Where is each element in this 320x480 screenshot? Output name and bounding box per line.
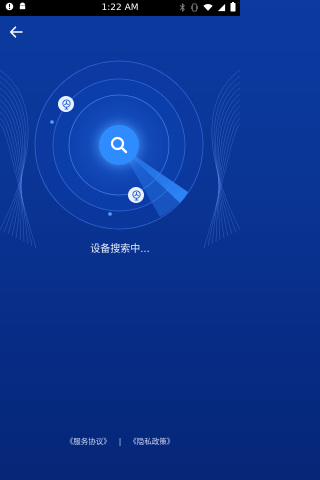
battery-icon [230,2,236,12]
bluetooth-icon [179,2,185,12]
search-icon [110,136,128,154]
privacy-policy-link[interactable]: 《隐私政策》 [129,436,174,447]
device-marker[interactable] [58,96,74,112]
notification-icon [5,2,14,11]
android-icon [19,2,26,10]
status-time: 1:22 AM [101,3,139,13]
device-marker[interactable] [128,187,144,203]
left-wave-lines [0,69,37,249]
back-button[interactable] [6,22,26,42]
fan-icon [61,98,71,110]
status-bar: 1:22 AM [0,0,240,16]
footer-separator: | [118,437,122,446]
status-right-icons [179,2,236,12]
arrow-left-icon [9,26,23,38]
vibrate-icon [190,2,199,12]
searching-status-text: 设备搜索中... [90,244,150,255]
service-agreement-link[interactable]: 《服务协议》 [66,436,111,447]
search-button[interactable] [99,125,139,165]
wifi-icon [203,3,213,11]
fan-icon [131,189,141,201]
right-wave-lines [203,69,240,249]
status-left-icons [5,2,27,11]
footer: 《服务协议》 | 《隐私政策》 [0,436,240,447]
signal-icon [217,3,226,11]
